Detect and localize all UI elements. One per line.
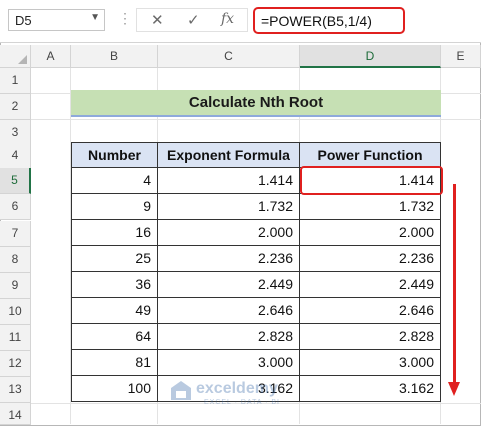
cell-number[interactable]: 64 xyxy=(72,324,158,350)
cell-power[interactable]: 1.732 xyxy=(300,194,441,220)
cell-power[interactable]: 3.162 xyxy=(300,376,441,402)
header-power-function[interactable]: Power Function xyxy=(300,143,441,168)
cell-power[interactable]: 2.646 xyxy=(300,298,441,324)
cell-number[interactable]: 4 xyxy=(72,168,158,194)
cell-power[interactable]: 2.449 xyxy=(300,272,441,298)
column-header-c[interactable]: C xyxy=(158,45,300,68)
column-header-e[interactable]: E xyxy=(441,45,481,68)
more-options-icon[interactable]: ⋮ xyxy=(118,10,132,27)
chevron-down-icon[interactable]: ▼ xyxy=(90,12,100,23)
cell-exponent[interactable]: 1.732 xyxy=(158,194,300,220)
arrow-down-icon xyxy=(448,382,460,396)
cell-exponent[interactable]: 2.828 xyxy=(158,324,300,350)
cancel-icon[interactable]: ✕ xyxy=(151,11,164,29)
cell-power[interactable]: 2.828 xyxy=(300,324,441,350)
select-all-button[interactable] xyxy=(0,45,31,68)
sheet-title[interactable]: Calculate Nth Root xyxy=(71,90,441,117)
header-exponent-formula[interactable]: Exponent Formula xyxy=(158,143,300,168)
active-cell-highlight xyxy=(300,166,443,195)
exceldemy-logo-icon xyxy=(171,381,191,400)
cell-number[interactable]: 81 xyxy=(72,350,158,376)
cell-exponent[interactable]: 1.414 xyxy=(158,168,300,194)
cell-exponent[interactable]: 3.000 xyxy=(158,350,300,376)
row-header-5[interactable]: 5 xyxy=(0,168,31,194)
row-header-6[interactable]: 6 xyxy=(0,194,31,220)
grid-line xyxy=(31,119,481,120)
cell-exponent[interactable]: 2.000 xyxy=(158,220,300,246)
cell-number[interactable]: 100 xyxy=(72,376,158,402)
cell-number[interactable]: 9 xyxy=(72,194,158,220)
watermark-tagline: EXCEL · DATA · BI xyxy=(204,399,280,406)
column-header-a[interactable]: A xyxy=(31,45,71,68)
row-header-10[interactable]: 10 xyxy=(0,299,31,325)
fill-down-arrow xyxy=(453,184,456,384)
cell-number[interactable]: 49 xyxy=(72,298,158,324)
row-header-9[interactable]: 9 xyxy=(0,273,31,299)
name-box[interactable]: D5 ▼ xyxy=(8,9,105,31)
row-header-1[interactable]: 1 xyxy=(0,68,31,94)
column-header-d[interactable]: D xyxy=(300,45,441,68)
cell-power[interactable]: 2.236 xyxy=(300,246,441,272)
row-header-7[interactable]: 7 xyxy=(0,221,31,247)
insert-function-icon[interactable]: fx xyxy=(221,11,234,27)
enter-icon[interactable]: ✓ xyxy=(187,11,200,29)
cell-exponent[interactable]: 2.646 xyxy=(158,298,300,324)
formula-bar: D5 ▼ ⋮ ✕ ✓ fx =POWER(B5,1/4) xyxy=(0,0,481,43)
row-header-13[interactable]: 13 xyxy=(0,377,31,403)
row-header-12[interactable]: 12 xyxy=(0,351,31,377)
formula-text: =POWER(B5,1/4) xyxy=(261,13,372,29)
watermark-brand: exceldemy xyxy=(196,380,278,397)
column-header-b[interactable]: B xyxy=(71,45,158,68)
watermark: exceldemy EXCEL · DATA · BI xyxy=(170,380,279,407)
row-header-11[interactable]: 11 xyxy=(0,325,31,351)
formula-input[interactable]: =POWER(B5,1/4) xyxy=(253,7,405,34)
row-header-4[interactable]: 4 xyxy=(0,143,31,169)
row-header-8[interactable]: 8 xyxy=(0,247,31,273)
cell-number[interactable]: 25 xyxy=(72,246,158,272)
header-number[interactable]: Number xyxy=(72,143,158,168)
name-box-value: D5 xyxy=(15,13,32,28)
formula-buttons: ✕ ✓ fx xyxy=(136,8,248,32)
cell-number[interactable]: 16 xyxy=(72,220,158,246)
cell-power[interactable]: 2.000 xyxy=(300,220,441,246)
row-header-2[interactable]: 2 xyxy=(0,94,31,120)
row-header-14[interactable]: 14 xyxy=(0,403,31,425)
cell-exponent[interactable]: 2.236 xyxy=(158,246,300,272)
cell-number[interactable]: 36 xyxy=(72,272,158,298)
cell-power[interactable]: 3.000 xyxy=(300,350,441,376)
cell-exponent[interactable]: 2.449 xyxy=(158,272,300,298)
